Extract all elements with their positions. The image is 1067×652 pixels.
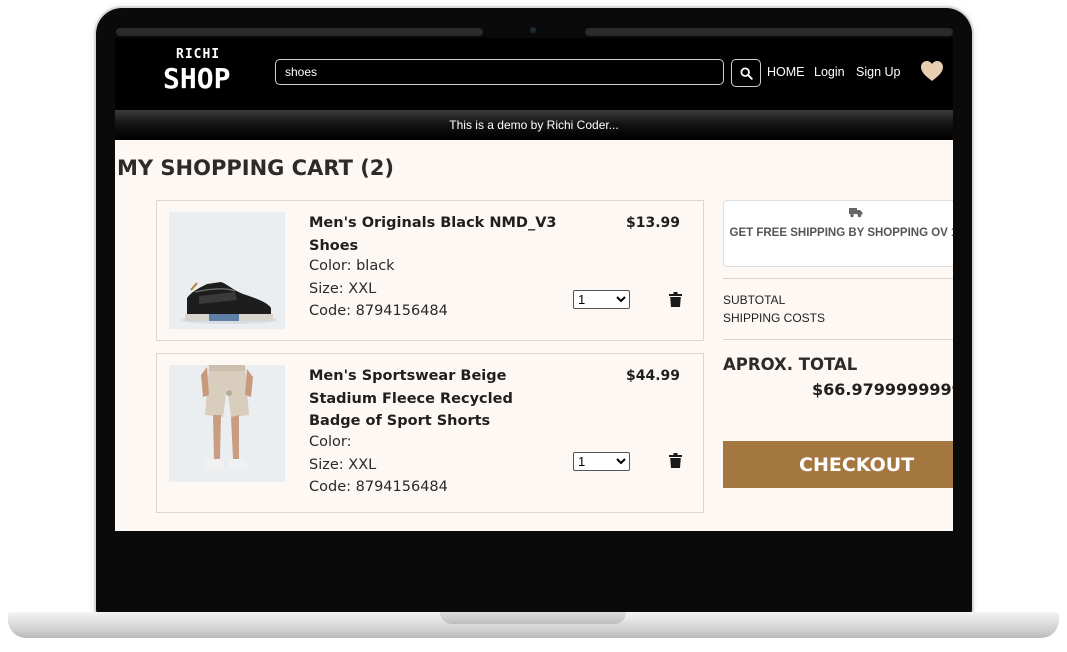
page-title: MY SHOPPING CART (2) — [117, 156, 395, 180]
search-icon — [739, 66, 753, 80]
quantity-select[interactable]: 1 — [573, 290, 630, 309]
total-label: APROX. TOTAL — [723, 355, 858, 374]
item-color: Color: black — [309, 258, 395, 274]
heart-icon[interactable] — [920, 60, 944, 82]
screen: RICHI SHOP HOME Login Sign Up This is a … — [115, 38, 953, 531]
nav-login-link[interactable]: Login — [814, 65, 845, 79]
free-shipping-box: GET FREE SHIPPING BY SHOPPING OV 100$! — [723, 200, 953, 267]
demo-banner: This is a demo by Richi Coder... — [115, 110, 953, 139]
search-button[interactable] — [731, 59, 761, 87]
subtotal-label: SUBTOTAL — [723, 293, 786, 307]
item-price: $13.99 — [625, 215, 680, 231]
item-name[interactable]: Men's Sportswear Beige Stadium Fleece Re… — [309, 365, 559, 433]
item-size: Size: XXL — [309, 281, 377, 297]
item-size: Size: XXL — [309, 457, 377, 473]
nav-home-link[interactable]: HOME — [767, 65, 805, 79]
cart-page: MY SHOPPING CART (2) Men's Originals Bla… — [115, 140, 953, 531]
checkout-button[interactable]: CHECKOUT — [723, 441, 953, 488]
summary-divider — [723, 339, 953, 340]
item-code: Code: 8794156484 — [309, 479, 448, 495]
site-header: RICHI SHOP HOME Login Sign Up — [115, 38, 953, 108]
item-code: Code: 8794156484 — [309, 303, 448, 319]
laptop-base-notch — [440, 612, 626, 624]
logo-big-text[interactable]: SHOP — [163, 62, 230, 95]
camera-icon — [530, 27, 536, 33]
shorts-image — [169, 365, 285, 482]
demo-banner-text: This is a demo by Richi Coder... — [449, 117, 619, 132]
cart-item: Men's Sportswear Beige Stadium Fleece Re… — [156, 353, 704, 513]
laptop-lid-rim-right — [585, 28, 953, 36]
cart-item: Men's Originals Black NMD_V3 Shoes Color… — [156, 200, 704, 341]
sneaker-image — [169, 212, 285, 329]
logo-small-text: RICHI — [176, 47, 221, 62]
quantity-select[interactable]: 1 — [573, 452, 630, 471]
product-image-shorts[interactable] — [169, 365, 285, 482]
trash-icon[interactable] — [669, 453, 682, 468]
search-input[interactable] — [275, 59, 724, 85]
free-shipping-text: GET FREE SHIPPING BY SHOPPING OV 100$! — [729, 227, 953, 239]
shipping-costs-label: SHIPPING COSTS — [723, 311, 826, 325]
item-name[interactable]: Men's Originals Black NMD_V3 Shoes — [309, 212, 559, 257]
total-value: $66.97999999999 — [812, 380, 953, 399]
trash-icon[interactable] — [669, 292, 682, 307]
nav-signup-link[interactable]: Sign Up — [856, 65, 900, 79]
truck-icon — [849, 208, 863, 218]
item-color: Color: — [309, 434, 352, 450]
summary-divider — [723, 278, 953, 279]
product-image-shoes[interactable] — [169, 212, 285, 329]
laptop-lid-rim-left — [116, 28, 483, 36]
item-price: $44.99 — [625, 368, 680, 384]
